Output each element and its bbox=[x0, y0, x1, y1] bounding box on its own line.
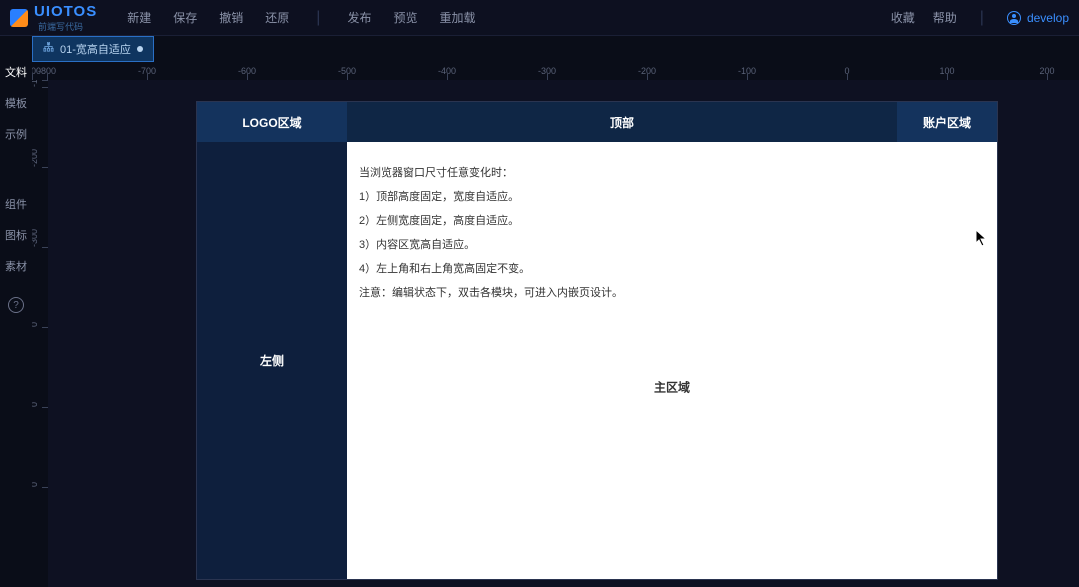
region-left[interactable]: 左侧 bbox=[197, 142, 347, 579]
tab-adaptive-layout[interactable]: 01-宽高自适应 bbox=[32, 36, 154, 62]
reload-button[interactable]: 重加载 bbox=[439, 9, 475, 27]
left-sidebar: 文料 模板 示例 组件 图标 素材 ? bbox=[0, 62, 32, 587]
help-icon[interactable]: ? bbox=[8, 297, 24, 313]
sidebar-item-example[interactable]: 示例 bbox=[5, 129, 27, 142]
instructions-text: 当浏览器窗口尺寸任意变化时： 1）顶部高度固定，宽度自适应。 2）左侧宽度固定，… bbox=[359, 160, 623, 306]
sidebar-item-material[interactable]: 素材 bbox=[5, 261, 27, 274]
tab-bar: 01-宽高自适应 bbox=[0, 36, 1079, 62]
horizontal-ruler: -900 -800 -700 -600 -500 -400 -300 -200 … bbox=[32, 62, 1079, 80]
brand-name: UIOTOS bbox=[34, 3, 97, 20]
region-body-row: 左侧 当浏览器窗口尺寸任意变化时： 1）顶部高度固定，宽度自适应。 2）左侧宽度… bbox=[197, 142, 997, 579]
new-button[interactable]: 新建 bbox=[127, 9, 151, 27]
help-button[interactable]: 帮助 bbox=[933, 9, 957, 26]
brand-logo-icon bbox=[10, 9, 28, 27]
user-icon bbox=[1007, 11, 1021, 25]
sidebar-item-component[interactable]: 组件 bbox=[5, 199, 27, 212]
separator: | bbox=[316, 9, 320, 27]
top-toolbar: UIOTOS 前端写代码 新建 保存 撤销 还原 | 发布 预览 重加载 收藏 … bbox=[0, 0, 1079, 36]
region-main-label: 主区域 bbox=[654, 378, 690, 395]
publish-button[interactable]: 发布 bbox=[347, 9, 371, 27]
user-menu[interactable]: develop bbox=[1007, 11, 1069, 25]
save-button[interactable]: 保存 bbox=[173, 9, 197, 27]
sitemap-icon bbox=[43, 42, 54, 56]
region-top-row: LOGO区域 顶部 账户区域 bbox=[197, 102, 997, 142]
sidebar-item-template[interactable]: 模板 bbox=[5, 98, 27, 111]
vertical-ruler: 0 -100 -200 -300 0 0 0 bbox=[32, 80, 48, 587]
region-logo[interactable]: LOGO区域 bbox=[197, 102, 347, 142]
region-header[interactable]: 顶部 bbox=[347, 102, 897, 142]
canvas[interactable]: -900 -800 -700 -600 -500 -400 -300 -200 … bbox=[32, 62, 1079, 587]
brand-tagline: 前端写代码 bbox=[38, 20, 97, 33]
separator: | bbox=[980, 9, 984, 27]
region-account[interactable]: 账户区域 bbox=[897, 102, 997, 142]
favorite-button[interactable]: 收藏 bbox=[891, 9, 915, 26]
preview-button[interactable]: 预览 bbox=[393, 9, 417, 27]
design-surface[interactable]: LOGO区域 顶部 账户区域 左侧 当浏览器窗口尺寸任意变化时： 1）顶部高度固… bbox=[197, 102, 997, 579]
brand[interactable]: UIOTOS 前端写代码 bbox=[10, 3, 97, 33]
region-main[interactable]: 当浏览器窗口尺寸任意变化时： 1）顶部高度固定，宽度自适应。 2）左侧宽度固定，… bbox=[347, 142, 997, 579]
tab-modified-dot-icon bbox=[137, 46, 143, 52]
sidebar-item-icon[interactable]: 图标 bbox=[5, 230, 27, 243]
redo-button[interactable]: 还原 bbox=[265, 9, 289, 27]
user-name: develop bbox=[1027, 11, 1069, 25]
sidebar-item-file[interactable]: 文料 bbox=[5, 67, 27, 80]
toolbar-left-group: 新建 保存 撤销 还原 | 发布 预览 重加载 bbox=[127, 9, 475, 27]
toolbar-right-group: 收藏 帮助 | develop bbox=[891, 9, 1069, 27]
undo-button[interactable]: 撤销 bbox=[219, 9, 243, 27]
tab-label: 01-宽高自适应 bbox=[60, 41, 131, 57]
